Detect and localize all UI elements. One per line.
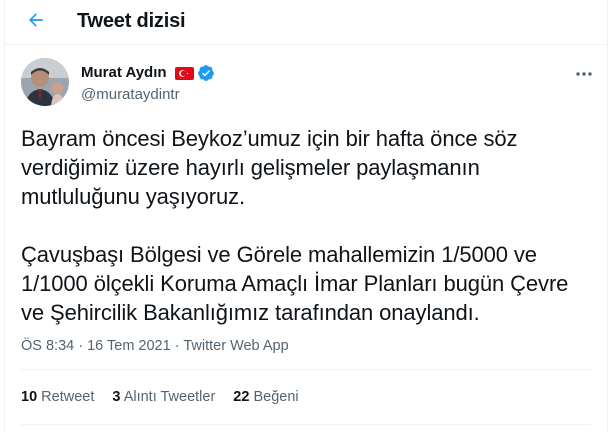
arrow-left-icon — [26, 10, 46, 35]
more-dots-icon — [575, 64, 593, 82]
tweet-time[interactable]: ÖS 8:34 — [21, 338, 74, 354]
quote-tweets-stat[interactable]: 3 Alıntı Tweetler — [112, 389, 215, 405]
tweet-date[interactable]: 16 Tem 2021 — [87, 338, 171, 354]
likes-count: 22 — [233, 389, 250, 405]
tweet-paragraph: Bayram öncesi Beykoz’umuz için bir hafta… — [21, 126, 518, 209]
author-handle[interactable]: @murataydintr — [81, 86, 180, 103]
likes-label: Beğeni — [253, 389, 299, 405]
likes-stat[interactable]: 22 Beğeni — [233, 389, 298, 405]
author-name[interactable]: Murat Aydın — [81, 64, 167, 81]
page-title: Tweet dizisi — [77, 10, 186, 32]
more-options-button[interactable] — [573, 64, 595, 82]
tweet-meta: ÖS 8:34 · 16 Tem 2021 · Twitter Web App — [21, 338, 289, 354]
meta-separator: · — [174, 338, 180, 354]
verified-badge-icon — [197, 64, 215, 87]
quotes-count: 3 — [112, 389, 121, 405]
tweet-thread-panel: Tweet dizisi Murat Aydın @murataydintr B… — [4, 0, 608, 432]
quotes-label: Alıntı Tweetler — [123, 389, 216, 405]
avatar[interactable] — [21, 58, 69, 106]
tweet-source-link[interactable]: Twitter Web App — [183, 338, 288, 354]
retweets-count: 10 — [21, 389, 38, 405]
tweet-paragraph: Çavuşbaşı Bölgesi ve Görele mahallemizin… — [21, 242, 569, 325]
retweets-label: Retweet — [41, 389, 95, 405]
turkey-flag-icon — [175, 66, 194, 85]
back-button[interactable] — [20, 6, 52, 38]
divider — [21, 369, 591, 370]
retweets-stat[interactable]: 10 Retweet — [21, 389, 94, 405]
author-badges — [175, 64, 215, 87]
meta-separator: · — [78, 338, 84, 354]
tweet-stats: 10 Retweet 3 Alıntı Tweetler 22 Beğeni — [21, 389, 299, 405]
tweet-text: Bayram öncesi Beykoz’umuz için bir hafta… — [21, 124, 591, 327]
header: Tweet dizisi — [5, 0, 607, 45]
divider — [21, 424, 591, 425]
